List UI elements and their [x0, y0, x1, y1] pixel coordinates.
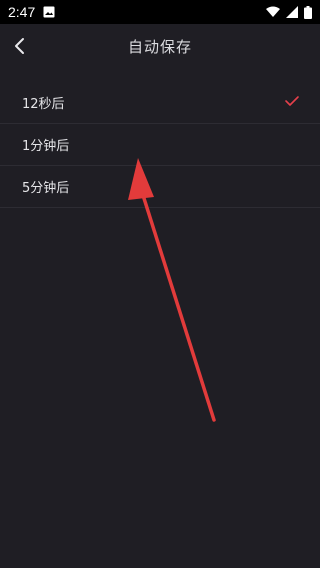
image-icon — [43, 6, 55, 18]
auto-save-options: 12秒后 1分钟后 5分钟后 — [0, 82, 320, 208]
battery-icon — [304, 5, 312, 19]
option-label: 1分钟后 — [22, 139, 70, 154]
wifi-icon — [266, 6, 280, 18]
option-5-minutes[interactable]: 5分钟后 — [0, 166, 320, 208]
status-left: 2:47 — [8, 4, 55, 20]
back-button[interactable] — [4, 30, 36, 62]
page-title: 自动保存 — [127, 37, 192, 56]
checkmark-icon — [284, 93, 300, 113]
status-bar: 2:47 — [0, 0, 320, 24]
status-right — [266, 5, 312, 19]
option-label: 12秒后 — [22, 97, 65, 112]
navigation-bar: 自动保存 — [0, 24, 320, 68]
option-1-minute[interactable]: 1分钟后 — [0, 124, 320, 166]
status-time: 2:47 — [8, 4, 36, 20]
signal-icon — [286, 6, 298, 18]
option-label: 5分钟后 — [22, 181, 70, 196]
option-12-seconds[interactable]: 12秒后 — [0, 82, 320, 124]
chevron-left-icon — [13, 37, 27, 55]
